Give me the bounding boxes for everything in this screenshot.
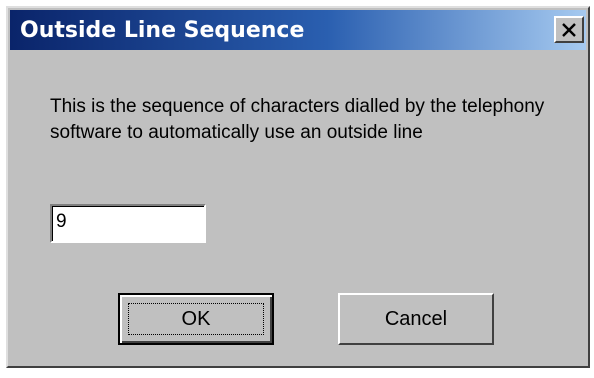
ok-button[interactable]: OK <box>118 293 274 345</box>
cancel-button[interactable]: Cancel <box>338 293 494 345</box>
focus-rectangle <box>128 303 264 335</box>
cancel-button-label: Cancel <box>384 307 448 330</box>
outside-line-input[interactable]: 9 <box>50 204 206 243</box>
dialog-title: Outside Line Sequence <box>20 18 305 43</box>
dialog-message: This is the sequence of characters diall… <box>50 96 545 143</box>
title-bar[interactable]: Outside Line Sequence <box>10 10 586 50</box>
close-button[interactable] <box>554 16 584 43</box>
dialog-window: Outside Line Sequence This is the sequen… <box>6 6 590 368</box>
close-icon <box>561 22 577 37</box>
